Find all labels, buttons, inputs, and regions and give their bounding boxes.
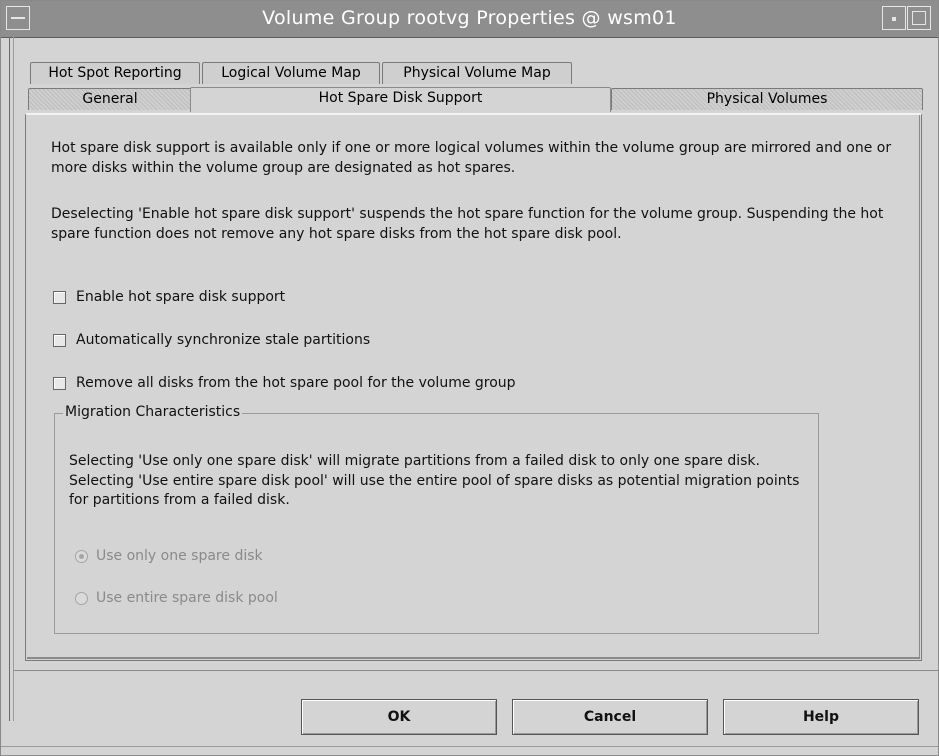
tab-general[interactable]: General (28, 88, 192, 110)
radio-use-entire-pool-label: Use entire spare disk pool (96, 590, 278, 606)
maximize-icon[interactable] (907, 6, 931, 30)
window-bottom-edge (1, 746, 938, 747)
panel-body: Hot spare disk support is available only… (27, 115, 920, 659)
window-border-line-inner (13, 37, 14, 721)
checkbox-box[interactable] (53, 376, 66, 390)
tab-hot-spare-disk-support[interactable]: Hot Spare Disk Support (190, 87, 611, 112)
title-bar[interactable]: Volume Group rootvg Properties @ wsm01 (1, 1, 938, 38)
deselect-note-text: Deselecting 'Enable hot spare disk suppo… (51, 206, 884, 242)
help-button[interactable]: Help (723, 699, 919, 735)
window-title: Volume Group rootvg Properties @ wsm01 (262, 7, 677, 29)
auto-sync-label: Automatically synchronize stale partitio… (76, 332, 371, 348)
migration-group-title: Migration Characteristics (63, 404, 243, 420)
enable-hot-spare-checkbox[interactable]: Enable hot spare disk support (53, 289, 285, 305)
remove-all-disks-label: Remove all disks from the hot spare pool… (76, 375, 516, 391)
dialog-window: Volume Group rootvg Properties @ wsm01 H… (0, 0, 939, 756)
intro-text: Hot spare disk support is available only… (51, 140, 892, 176)
button-area-separator (14, 670, 938, 671)
tab-logical-volume-map[interactable]: Logical Volume Map (202, 62, 380, 84)
checkbox-box[interactable] (53, 290, 66, 304)
radio-selected-icon[interactable] (75, 549, 88, 563)
radio-use-one-spare-label: Use only one spare disk (96, 548, 263, 564)
migration-characteristics-group: Migration Characteristics Selecting 'Use… (54, 404, 819, 634)
hot-spare-panel: Hot spare disk support is available only… (25, 113, 922, 661)
enable-hot-spare-label: Enable hot spare disk support (76, 289, 286, 305)
tab-hot-spot-reporting[interactable]: Hot Spot Reporting (30, 62, 200, 84)
remove-all-disks-checkbox[interactable]: Remove all disks from the hot spare pool… (53, 375, 516, 391)
ok-button[interactable]: OK (301, 699, 497, 735)
radio-use-one-spare-disk[interactable]: Use only one spare disk (75, 548, 263, 564)
tab-physical-volume-map[interactable]: Physical Volume Map (382, 62, 572, 84)
radio-unselected-icon[interactable] (75, 591, 88, 605)
radio-use-entire-pool[interactable]: Use entire spare disk pool (75, 590, 278, 606)
window-border-line (9, 37, 10, 721)
checkbox-box[interactable] (53, 333, 66, 347)
auto-sync-checkbox[interactable]: Automatically synchronize stale partitio… (53, 332, 370, 348)
tab-physical-volumes[interactable]: Physical Volumes (611, 88, 923, 110)
migration-description: Selecting 'Use only one spare disk' will… (69, 453, 800, 508)
cancel-button[interactable]: Cancel (512, 699, 708, 735)
minimize-icon[interactable] (882, 6, 906, 30)
